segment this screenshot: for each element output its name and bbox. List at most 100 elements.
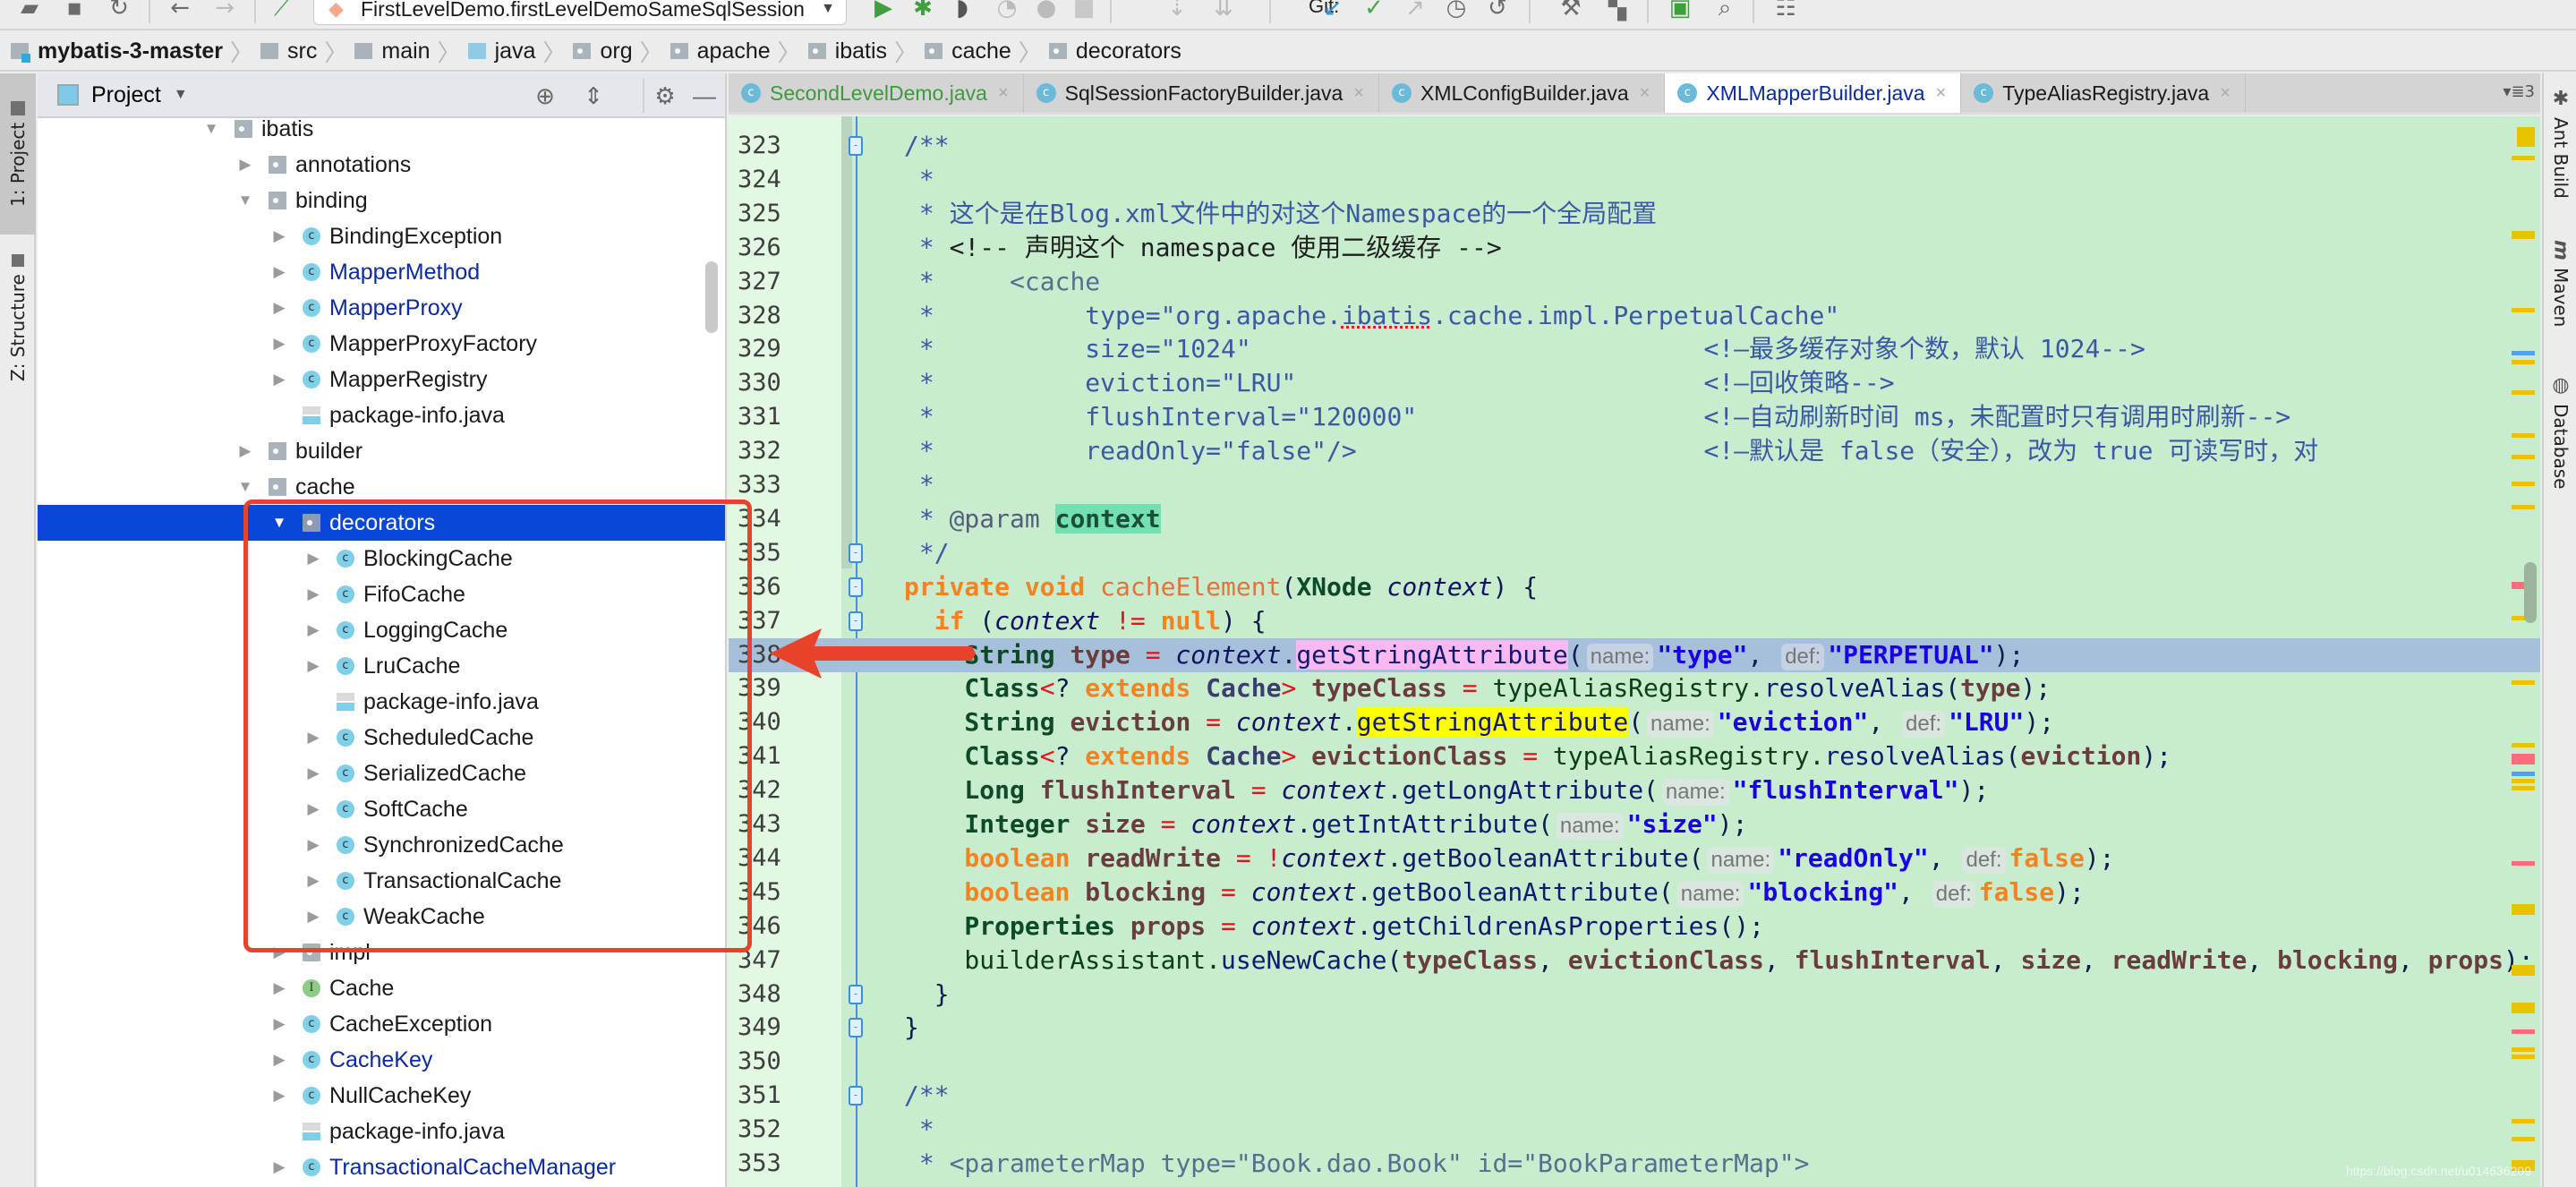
- breadcrumb-item[interactable]: mybatis-3-master: [11, 38, 223, 64]
- collapse-arrow-icon[interactable]: ▶: [304, 756, 322, 791]
- expand-arrow-icon[interactable]: ▼: [236, 183, 254, 218]
- warning-marker[interactable]: [2512, 779, 2535, 783]
- close-icon[interactable]: ×: [1640, 83, 1651, 104]
- git-commit-icon[interactable]: ✓: [1361, 0, 1387, 21]
- back-icon[interactable]: ←: [166, 0, 193, 21]
- settings-wrench-icon[interactable]: ⚒: [1557, 0, 1584, 21]
- line-number[interactable]: 351: [738, 1079, 800, 1113]
- warning-marker[interactable]: [2512, 455, 2535, 459]
- fold-collapse-icon[interactable]: -: [849, 576, 863, 597]
- tree-item[interactable]: ▶ c BlockingCache: [38, 541, 725, 576]
- warning-marker[interactable]: [2512, 505, 2535, 509]
- sync-icon[interactable]: ↻: [106, 0, 132, 21]
- error-marker[interactable]: [2512, 754, 2535, 764]
- tree-item[interactable]: ▶ annotations: [38, 147, 725, 183]
- gear-icon[interactable]: ⚙: [652, 82, 678, 109]
- run-anything-icon[interactable]: ▣: [1667, 0, 1693, 21]
- tree-item[interactable]: ▶ c LruCache: [38, 648, 725, 684]
- warning-marker[interactable]: [2512, 1003, 2535, 1013]
- info-marker[interactable]: [2512, 772, 2535, 776]
- warning-marker[interactable]: [2512, 1047, 2535, 1052]
- collapse-arrow-icon[interactable]: ▶: [270, 290, 288, 326]
- line-number[interactable]: 325: [738, 197, 800, 231]
- git-update-icon[interactable]: ↙: [1319, 0, 1346, 21]
- line-number[interactable]: 339: [738, 671, 800, 705]
- line-number[interactable]: 353: [738, 1147, 800, 1181]
- project-structure-icon[interactable]: ▚: [1604, 0, 1631, 21]
- expand-arrow-icon[interactable]: ▼: [236, 469, 254, 505]
- debug-icon[interactable]: ✱: [909, 0, 936, 21]
- collapse-arrow-icon[interactable]: ▶: [304, 827, 322, 863]
- tree-scrollbar[interactable]: [705, 261, 718, 333]
- code-line[interactable]: 328 * type="org.apache.ibatis.cache.impl…: [729, 299, 2540, 333]
- code-line[interactable]: 342 Long flushInterval = context.getLong…: [729, 773, 2540, 807]
- chevron-down-icon[interactable]: ▼: [174, 87, 188, 103]
- attach-icon[interactable]: ●: [1033, 0, 1060, 21]
- fold-collapse-icon[interactable]: -: [849, 611, 863, 631]
- tab-overflow-button[interactable]: ▾≣3: [2503, 82, 2535, 101]
- build-icon[interactable]: ⟋: [269, 0, 295, 21]
- tree-item[interactable]: ▶ I Cache: [38, 970, 725, 1006]
- collapse-arrow-icon[interactable]: ▶: [236, 433, 254, 469]
- collapse-arrow-icon[interactable]: ▶: [270, 326, 288, 362]
- fold-collapse-icon[interactable]: -: [849, 1086, 863, 1106]
- warning-marker[interactable]: [2512, 680, 2535, 685]
- collapse-arrow-icon[interactable]: ▶: [270, 1078, 288, 1114]
- tree-item[interactable]: ▶ c MapperMethod: [38, 254, 725, 290]
- line-number[interactable]: 342: [738, 773, 800, 807]
- error-marker[interactable]: [2512, 1029, 2535, 1034]
- line-number[interactable]: 345: [738, 875, 800, 909]
- code-line[interactable]: 351 - /**: [729, 1079, 2540, 1113]
- tree-item[interactable]: ▶ builder: [38, 433, 725, 469]
- warning-marker[interactable]: [2512, 1055, 2535, 1059]
- breadcrumb-item[interactable]: cache: [925, 38, 1011, 64]
- tree-item[interactable]: ▶ c SynchronizedCache: [38, 827, 725, 863]
- collapse-arrow-icon[interactable]: ▶: [304, 612, 322, 648]
- line-number[interactable]: 337: [738, 604, 800, 638]
- code-line[interactable]: 332 * readOnly="false"/> <!—默认是 false（安全…: [729, 434, 2540, 468]
- warning-marker[interactable]: [2512, 482, 2535, 486]
- close-icon[interactable]: ×: [998, 83, 1009, 104]
- line-number[interactable]: 348: [738, 978, 800, 1012]
- line-number[interactable]: 323: [738, 129, 800, 163]
- line-number[interactable]: 336: [738, 570, 800, 604]
- tree-item[interactable]: ▶ c LoggingCache: [38, 612, 725, 648]
- tree-item[interactable]: ▼ ibatis: [38, 111, 725, 147]
- code-line[interactable]: 329 * size="1024" <!—最多缓存对象个数，默认 1024-->: [729, 332, 2540, 366]
- line-number[interactable]: 338: [738, 638, 800, 672]
- breadcrumb-item[interactable]: src: [260, 38, 317, 64]
- vcs-operations-icon[interactable]: ☷: [1772, 0, 1799, 21]
- tree-item[interactable]: ▶ c WeakCache: [38, 899, 725, 935]
- tree-item[interactable]: ▶ c CacheException: [38, 1006, 725, 1042]
- tree-item[interactable]: ▶ c BindingException: [38, 218, 725, 254]
- code-line[interactable]: 349 -}: [729, 1011, 2540, 1045]
- warning-marker[interactable]: [2517, 127, 2535, 147]
- deploy-all-icon[interactable]: ⇊: [1210, 0, 1237, 21]
- expand-arrow-icon[interactable]: ▼: [270, 505, 288, 541]
- warning-marker[interactable]: [2512, 904, 2535, 915]
- code-line[interactable]: 350: [729, 1045, 2540, 1079]
- locate-icon[interactable]: ⊕: [532, 82, 559, 109]
- editor-tab[interactable]: c XMLConfigBuilder.java ×: [1379, 73, 1666, 113]
- collapse-arrow-icon[interactable]: ▶: [304, 648, 322, 684]
- code-editor[interactable]: 323-/** 324 * 325 * 这个是在Blog.xml文件中的对这个Nam…: [729, 116, 2540, 1187]
- line-number[interactable]: 343: [738, 807, 800, 841]
- code-line[interactable]: 352 *: [729, 1113, 2540, 1147]
- run-icon[interactable]: ▶: [870, 0, 897, 21]
- line-number[interactable]: 344: [738, 841, 800, 875]
- tool-tab-project[interactable]: 1: Project: [0, 73, 36, 235]
- fold-collapse-icon[interactable]: -: [849, 136, 863, 156]
- line-number[interactable]: 334: [738, 502, 800, 536]
- line-number[interactable]: 335: [738, 536, 800, 570]
- code-line[interactable]: 323 - /**: [729, 129, 2540, 163]
- tree-item[interactable]: ▶ c TransactionalCacheManager: [38, 1149, 725, 1185]
- line-number[interactable]: 340: [738, 705, 800, 739]
- tree-item[interactable]: package-info.java: [38, 684, 725, 720]
- warning-marker[interactable]: [2512, 360, 2535, 364]
- tool-tab-structure[interactable]: Z: Structure: [0, 242, 36, 394]
- fold-end-icon[interactable]: -: [849, 984, 863, 1004]
- breadcrumb-item[interactable]: org: [573, 38, 633, 64]
- warning-marker[interactable]: [2512, 308, 2535, 312]
- code-line[interactable]: 331 * flushInterval="120000" <!—自动刷新时间 m…: [729, 400, 2540, 434]
- collapse-arrow-icon[interactable]: ▶: [270, 218, 288, 254]
